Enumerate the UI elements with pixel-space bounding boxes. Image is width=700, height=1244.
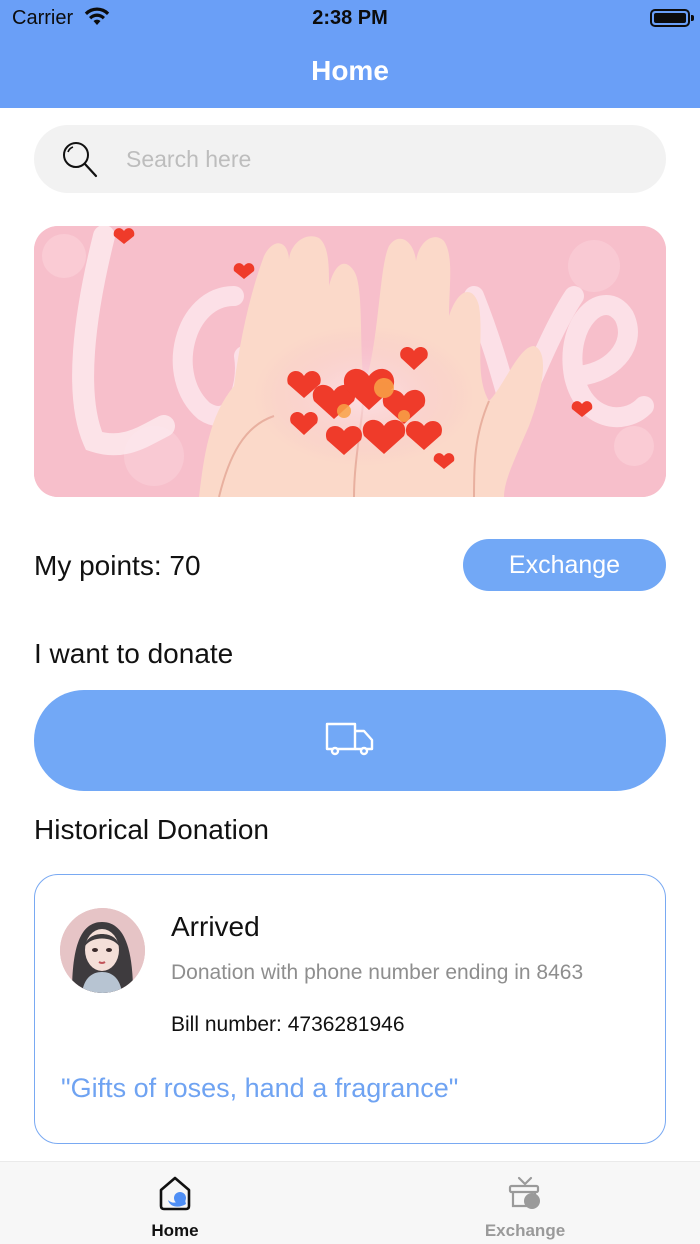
battery-icon: [650, 9, 694, 27]
status-bar: Carrier 2:38 PM: [0, 0, 700, 36]
donate-label: I want to donate: [34, 638, 234, 669]
donation-card[interactable]: Arrived Donation with phone number endin…: [34, 874, 666, 1144]
home-icon: [95, 1174, 255, 1217]
tab-home-label: Home: [151, 1221, 199, 1240]
truck-icon: [323, 718, 377, 763]
navigation-header: Carrier 2:38 PM Home: [0, 0, 700, 108]
banner-image[interactable]: [34, 226, 666, 497]
search-input[interactable]: [126, 139, 626, 179]
page-title: Home: [311, 55, 389, 86]
tab-exchange[interactable]: Exchange: [445, 1174, 605, 1241]
exchange-button[interactable]: Exchange: [463, 539, 666, 591]
tab-exchange-label: Exchange: [484, 1221, 566, 1240]
search-bar[interactable]: [34, 125, 666, 193]
donation-description: Donation with phone number ending in 846…: [171, 961, 584, 984]
donation-status: Arrived: [171, 911, 260, 942]
tab-bar: Home Exchange: [0, 1161, 700, 1244]
tab-home[interactable]: Home: [95, 1174, 255, 1241]
history-label: Historical Donation: [34, 814, 269, 845]
search-icon: [60, 139, 100, 184]
gift-icon: [445, 1174, 605, 1217]
avatar: [60, 908, 145, 993]
donate-button[interactable]: [34, 690, 666, 791]
status-time: 2:38 PM: [312, 7, 388, 29]
bill-number: Bill number: 4736281946: [171, 1013, 405, 1036]
points-label: My points: 70: [34, 550, 201, 581]
donation-quote: "Gifts of roses, hand a fragrance": [61, 1073, 459, 1103]
